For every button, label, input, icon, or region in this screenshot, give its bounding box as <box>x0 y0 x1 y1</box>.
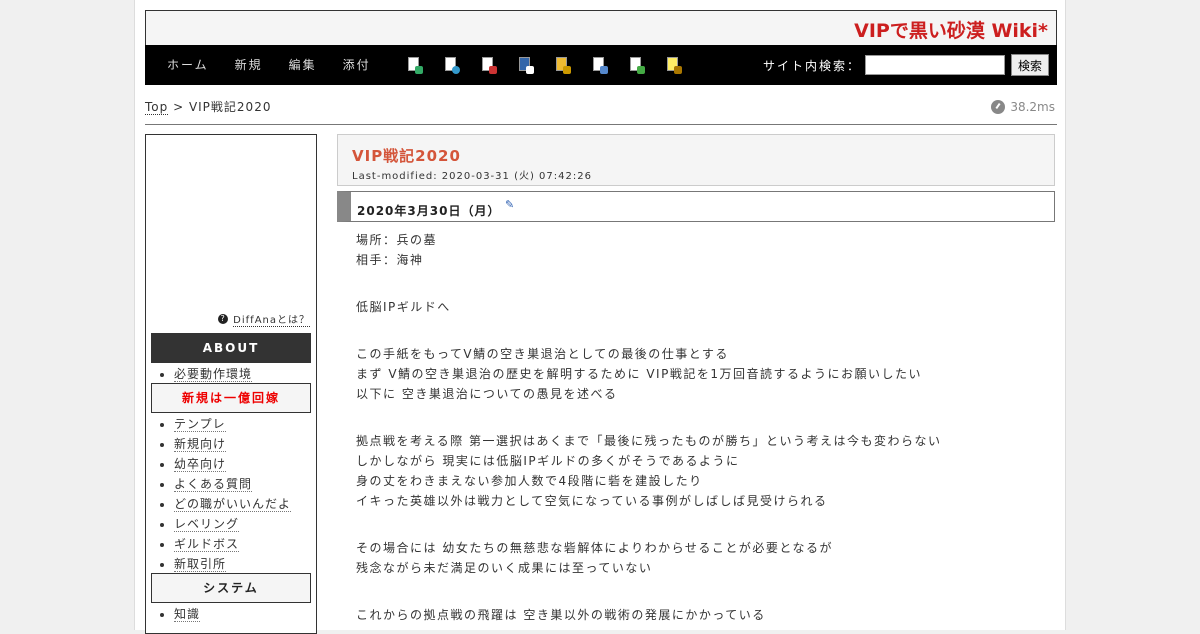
breadcrumb: Top > VIP戦記2020 <box>145 98 271 115</box>
diffana-link[interactable]: DiffAnaとは？ <box>233 311 310 327</box>
sidebar-link[interactable]: 知識 <box>174 607 201 622</box>
body-line: イキった英雄以外は戦力として空気になっている事例がしばしば見受けられる <box>356 494 828 508</box>
site-search: サイト内検索： 検索 <box>763 54 1049 76</box>
rename-icon[interactable] <box>444 57 460 74</box>
sidebar-item: 新取引所 <box>174 554 291 574</box>
divider <box>145 124 1057 125</box>
help-icon[interactable] <box>666 57 682 74</box>
backup-icon[interactable] <box>518 57 534 74</box>
page-title[interactable]: VIP戦記2020 <box>352 145 461 166</box>
sidebar-item: 知識 <box>174 604 201 624</box>
diffana-info: ? DiffAnaとは？ <box>218 311 310 327</box>
recent-icon[interactable] <box>629 57 645 74</box>
breadcrumb-sep: > <box>168 100 189 114</box>
sidebar-link[interactable]: よくある質問 <box>174 477 253 492</box>
search-button[interactable]: 検索 <box>1010 54 1049 76</box>
copy-icon[interactable] <box>407 57 423 74</box>
breadcrumb-current: VIP戦記2020 <box>188 100 272 114</box>
navbar: ホーム 新規 編集 添付 サイト内検索： 検索 <box>145 45 1057 85</box>
body-line: 残念ながら未だ満足のいく成果には至っていない <box>356 561 653 575</box>
body-line: 場所：兵の墓 <box>356 233 438 247</box>
sidebar-head-system[interactable]: システム <box>151 573 311 603</box>
info-icon: ? <box>218 314 229 324</box>
sidebar-link[interactable]: レベリング <box>174 517 240 532</box>
sidebar-link[interactable]: テンプレ <box>174 417 226 432</box>
nav-attach[interactable]: 添付 <box>343 56 371 73</box>
pencil-icon[interactable]: ✎ <box>505 198 514 211</box>
nav-home[interactable]: ホーム <box>167 56 209 73</box>
article-body: 場所：兵の墓 相手：海神 低脳IPギルドへ この手紙をもってV鯖の空き巣退治とし… <box>356 230 941 625</box>
nav-edit[interactable]: 編集 <box>289 56 317 73</box>
sidebar-head-new[interactable]: 新規は一億回嫁 <box>151 383 311 413</box>
section-heading: 2020年3月30日（月） ✎ <box>337 191 1055 222</box>
search-label: サイト内検索： <box>762 58 861 73</box>
body-line: 身の丈をわきまえない参加人数で4段階に砦を建設したり <box>356 474 703 488</box>
render-timer: 38.2ms <box>991 100 1055 114</box>
sidebar-item: ギルドボス <box>174 534 291 554</box>
gauge-icon <box>991 100 1006 114</box>
body-line: しかしながら 現実には低脳IPギルドの多くがそうであるように <box>356 454 740 468</box>
sidebar-item: 必要動作環境 <box>174 364 253 384</box>
body-line: この手紙をもってV鯖の空き巣退治としての最後の仕事とする <box>356 347 729 361</box>
sidebar-item: よくある質問 <box>174 474 291 494</box>
sidebar-link[interactable]: 幼卒向け <box>174 457 227 472</box>
breadcrumb-top[interactable]: Top <box>145 100 169 115</box>
timer-value: 38.2ms <box>1010 100 1055 114</box>
sidebar-system-list: 知識 <box>174 604 201 624</box>
body-line: これからの拠点戦の飛躍は 空き巣以外の戦術の発展にかかっている <box>356 608 766 622</box>
last-modified: Last-modified: 2020-03-31 (火) 07:42:26 <box>352 171 592 182</box>
sidebar-about-list: 必要動作環境 <box>174 364 253 384</box>
sidebar-link[interactable]: どの職がいいんだよ <box>174 497 292 512</box>
nav-new[interactable]: 新規 <box>235 56 263 73</box>
page: VIPで黒い砂漠 Wiki* ホーム 新規 編集 添付 サイト内検索： 検索 T… <box>134 0 1066 634</box>
sidebar-item: レベリング <box>174 514 291 534</box>
body-line: 以下に 空き巣退治についての愚見を述べる <box>356 387 618 401</box>
sidebar-item: テンプレ <box>174 414 291 434</box>
sidebar-new-list: テンプレ 新規向け 幼卒向け よくある質問 どの職がいいんだよ レベリング ギル… <box>174 414 292 574</box>
sidebar-link[interactable]: 新規向け <box>174 437 227 452</box>
body-line: 低脳IPギルドへ <box>356 300 451 314</box>
nav-icons <box>407 57 703 74</box>
sidebar-link[interactable]: 新取引所 <box>174 557 227 572</box>
diff-icon[interactable] <box>481 57 497 74</box>
search-input[interactable] <box>864 55 1005 75</box>
sidebar-item: 新規向け <box>174 434 291 454</box>
body-line: 相手：海神 <box>356 253 424 267</box>
body-line: その場合には 幼女たちの無慈悲な砦解体によりわからせることが必要となるが <box>356 541 833 555</box>
section-title: 2020年3月30日（月） <box>357 204 501 218</box>
sidebar-head-about[interactable]: ABOUT <box>151 333 311 363</box>
title-box: VIP戦記2020 Last-modified: 2020-03-31 (火) … <box>337 134 1055 186</box>
sidebar-link[interactable]: ギルドボス <box>174 537 240 552</box>
sidebar-item: どの職がいいんだよ <box>174 494 292 514</box>
site-title[interactable]: VIPで黒い砂漠 Wiki* <box>854 16 1048 43</box>
body-line: まず V鯖の空き巣退治の歴史を解明するために VIP戦記を1万回音読するようにお… <box>356 367 922 381</box>
nav-menu: ホーム 新規 編集 添付 <box>167 56 397 73</box>
sidebar-link[interactable]: 必要動作環境 <box>174 367 253 382</box>
sidebar: ? DiffAnaとは？ ABOUT 必要動作環境 新規は一億回嫁 テンプレ 新… <box>145 134 317 634</box>
freeze-icon[interactable] <box>555 57 571 74</box>
site-header: VIPで黒い砂漠 Wiki* <box>145 10 1057 46</box>
sidebar-item: 幼卒向け <box>174 454 291 474</box>
list-icon[interactable] <box>592 57 608 74</box>
body-line: 拠点戦を考える際 第一選択はあくまで「最後に残ったものが勝ち」という考えは今も変… <box>356 434 942 448</box>
